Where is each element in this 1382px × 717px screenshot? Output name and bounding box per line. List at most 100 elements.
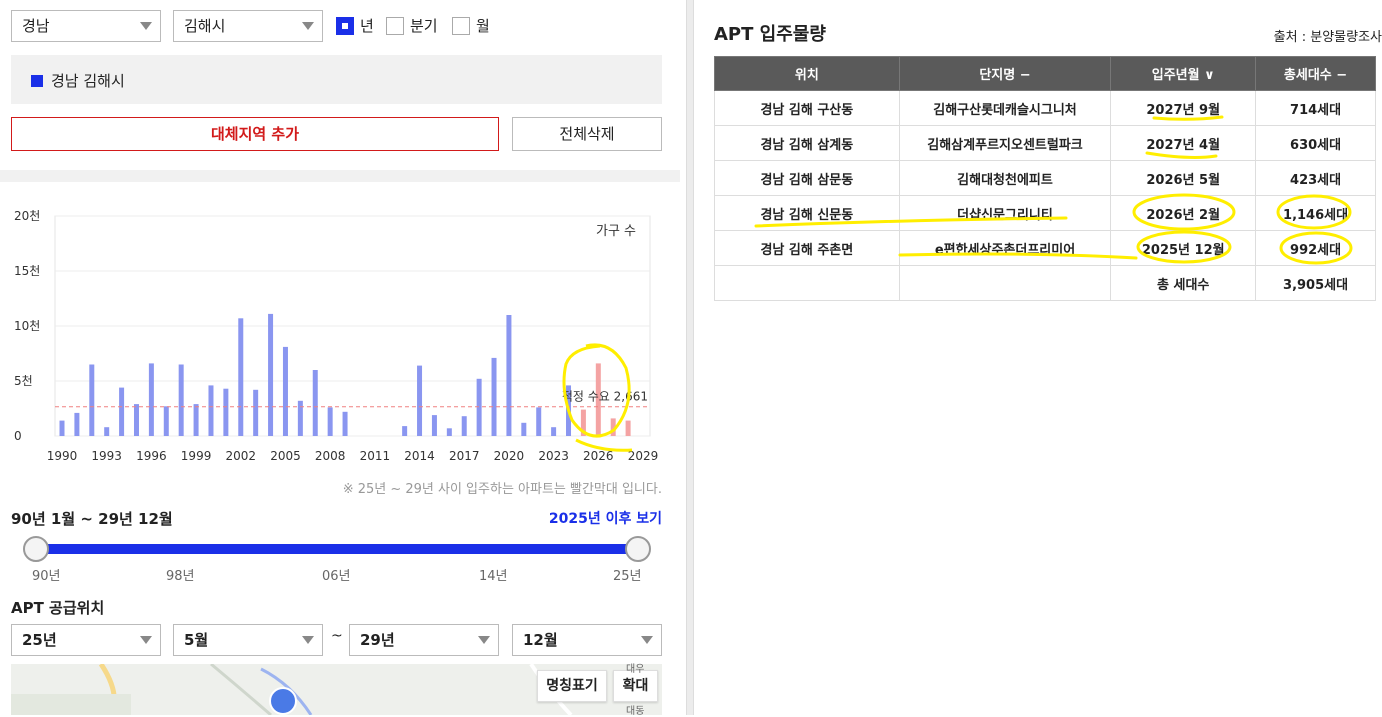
range-title: 90년 1월 ~ 29년 12월	[11, 510, 173, 528]
chart-bar	[74, 412, 80, 436]
x-tick-label: 1996	[136, 449, 167, 463]
add-region-button[interactable]: 대체지역 추가	[11, 117, 499, 151]
city-select[interactable]: 김해시	[173, 10, 323, 42]
chart-bar	[476, 378, 482, 436]
to-year-select[interactable]: 29년	[349, 624, 499, 656]
chart-legend-label: 가구 수	[596, 224, 636, 239]
table-cell: 김해삼계푸르지오센트럴파크	[898, 125, 1112, 161]
left-panel: 경남 김해시 년 분기 월 경남 김해시 대체지역 추가 전체삭제 20천 15천…	[0, 0, 680, 717]
demand-line-label: 적정 수요 2,661	[562, 390, 648, 404]
y-tick-label: 0	[14, 429, 22, 443]
selected-region-label: 경남 김해시	[51, 72, 125, 90]
chevron-down-icon	[140, 22, 152, 30]
from-year-select[interactable]: 25년	[11, 624, 161, 656]
table-cell: 경남 김해 주촌면	[714, 230, 900, 266]
chart-bar	[133, 404, 139, 436]
province-select[interactable]: 경남	[11, 10, 161, 42]
y-tick-label: 10천	[14, 318, 40, 333]
checkbox-quarter[interactable]	[386, 17, 404, 35]
x-tick-label: 2008	[315, 449, 346, 463]
apt-table: 위치 단지명 − 입주년월 ∨ 총세대수 − 경남 김해 구산동 김해구산롯데캐슬시그니…	[714, 56, 1376, 301]
to-year-value: 29년	[360, 631, 395, 649]
chart-bar	[431, 415, 437, 436]
section-divider	[0, 170, 680, 182]
panel-divider[interactable]	[686, 0, 694, 715]
table-row[interactable]: 경남 김해 삼계동 김해삼계푸르지오센트럴파크 2027년 4월 630세대	[714, 125, 1376, 161]
table-row[interactable]: 경남 김해 신문동 더샵신문그리니티 2026년 2월 1,146세대	[714, 195, 1376, 231]
chart-bar	[268, 313, 274, 436]
range-slider-end-handle[interactable]	[625, 536, 651, 562]
table-row[interactable]: 경남 김해 주촌면 e편한세상주촌더프리미어 2025년 12월 992세대	[714, 230, 1376, 266]
map-label-toggle-button[interactable]: 명칭표기	[537, 670, 607, 702]
chart-bar	[223, 388, 229, 436]
chart-bar	[104, 427, 110, 436]
chart-bar	[402, 426, 408, 436]
table-cell: 1,146세대	[1255, 195, 1376, 231]
right-panel: APT 입주물량 출처 : 분양물량조사 위치 단지명 − 입주년월 ∨ 총세대수 −…	[700, 0, 1382, 715]
table-cell: 김해구산롯데캐슬시그니처	[898, 90, 1112, 126]
x-tick-label: 2026	[583, 449, 614, 463]
chart-bar	[208, 385, 214, 436]
table-header-row: 위치 단지명 − 입주년월 ∨ 총세대수 −	[714, 56, 1376, 91]
supply-bar-chart: 20천 15천 10천 5천 0 1990 1993 1996 1999 2002 2005 2008…	[14, 208, 658, 463]
after-2025-link[interactable]: 2025년 이후 보기	[549, 508, 662, 528]
x-tick-label: 1993	[91, 449, 122, 463]
checkbox-year[interactable]	[336, 17, 354, 35]
chevron-down-icon	[302, 22, 314, 30]
x-tick-label: 1990	[47, 449, 78, 463]
table-cell: 714세대	[1255, 90, 1376, 126]
table-cell: 경남 김해 구산동	[714, 90, 900, 126]
table-row[interactable]: 경남 김해 삼문동 김해대청천에피트 2026년 5월 423세대	[714, 160, 1376, 196]
delete-all-button[interactable]: 전체삭제	[512, 117, 662, 151]
city-value: 김해시	[184, 17, 226, 35]
table-header-cell: 위치	[714, 56, 900, 91]
checkbox-month[interactable]	[452, 17, 470, 35]
table-total-cell	[898, 265, 1112, 301]
table-cell: 2026년 2월	[1110, 195, 1257, 231]
selected-region-box: 경남 김해시	[11, 55, 662, 104]
table-cell: 423세대	[1255, 160, 1376, 196]
table-cell: 630세대	[1255, 125, 1376, 161]
table-row[interactable]: 경남 김해 구산동 김해구산롯데캐슬시그니처 2027년 9월 714세대	[714, 90, 1376, 126]
chart-bar	[59, 420, 65, 436]
x-tick-label: 2014	[404, 449, 435, 463]
range-slider-track[interactable]	[36, 544, 638, 554]
chevron-down-icon	[478, 636, 490, 644]
range-tick: 90년	[32, 569, 61, 584]
checkbox-quarter-label: 분기	[410, 17, 438, 35]
table-total-row: 총 세대수 3,905세대	[714, 265, 1376, 301]
x-tick-label: 2017	[449, 449, 480, 463]
chart-bar	[506, 315, 512, 436]
range-tick: 25년	[613, 569, 642, 584]
chart-bar	[521, 422, 527, 436]
x-tick-label: 2005	[270, 449, 301, 463]
data-source: 출처 : 분양물량조사	[1273, 30, 1382, 45]
chart-bar	[327, 407, 333, 436]
table-header-cell[interactable]: 입주년월 ∨	[1110, 56, 1257, 91]
chart-bar	[282, 346, 288, 436]
checkbox-month-label: 월	[476, 17, 490, 35]
from-month-select[interactable]: 5월	[173, 624, 323, 656]
to-month-select[interactable]: 12월	[512, 624, 662, 656]
region-color-swatch	[31, 75, 43, 87]
table-header-cell[interactable]: 총세대수 −	[1255, 56, 1376, 91]
chart-bar	[193, 404, 199, 436]
range-tick: 98년	[166, 569, 195, 584]
range-slider-start-handle[interactable]	[23, 536, 49, 562]
checkbox-year-label: 년	[360, 17, 374, 35]
table-header-cell[interactable]: 단지명 −	[898, 56, 1112, 91]
chart-bar	[461, 416, 467, 436]
map-marker-icon[interactable]	[269, 687, 297, 715]
map-place-label: 대우	[626, 664, 645, 675]
chart-bar	[148, 363, 154, 436]
from-year-value: 25년	[22, 631, 57, 649]
chart-bar	[536, 407, 542, 436]
range-tilde: ~	[331, 628, 343, 644]
chart-bar	[446, 428, 452, 436]
province-value: 경남	[22, 17, 50, 35]
chart-bar	[551, 427, 557, 436]
x-tick-label: 1999	[181, 449, 212, 463]
chart-note: ※ 25년 ~ 29년 사이 입주하는 아파트는 빨간막대 입니다.	[342, 482, 662, 497]
table-cell: 992세대	[1255, 230, 1376, 266]
x-tick-label: 2020	[494, 449, 525, 463]
